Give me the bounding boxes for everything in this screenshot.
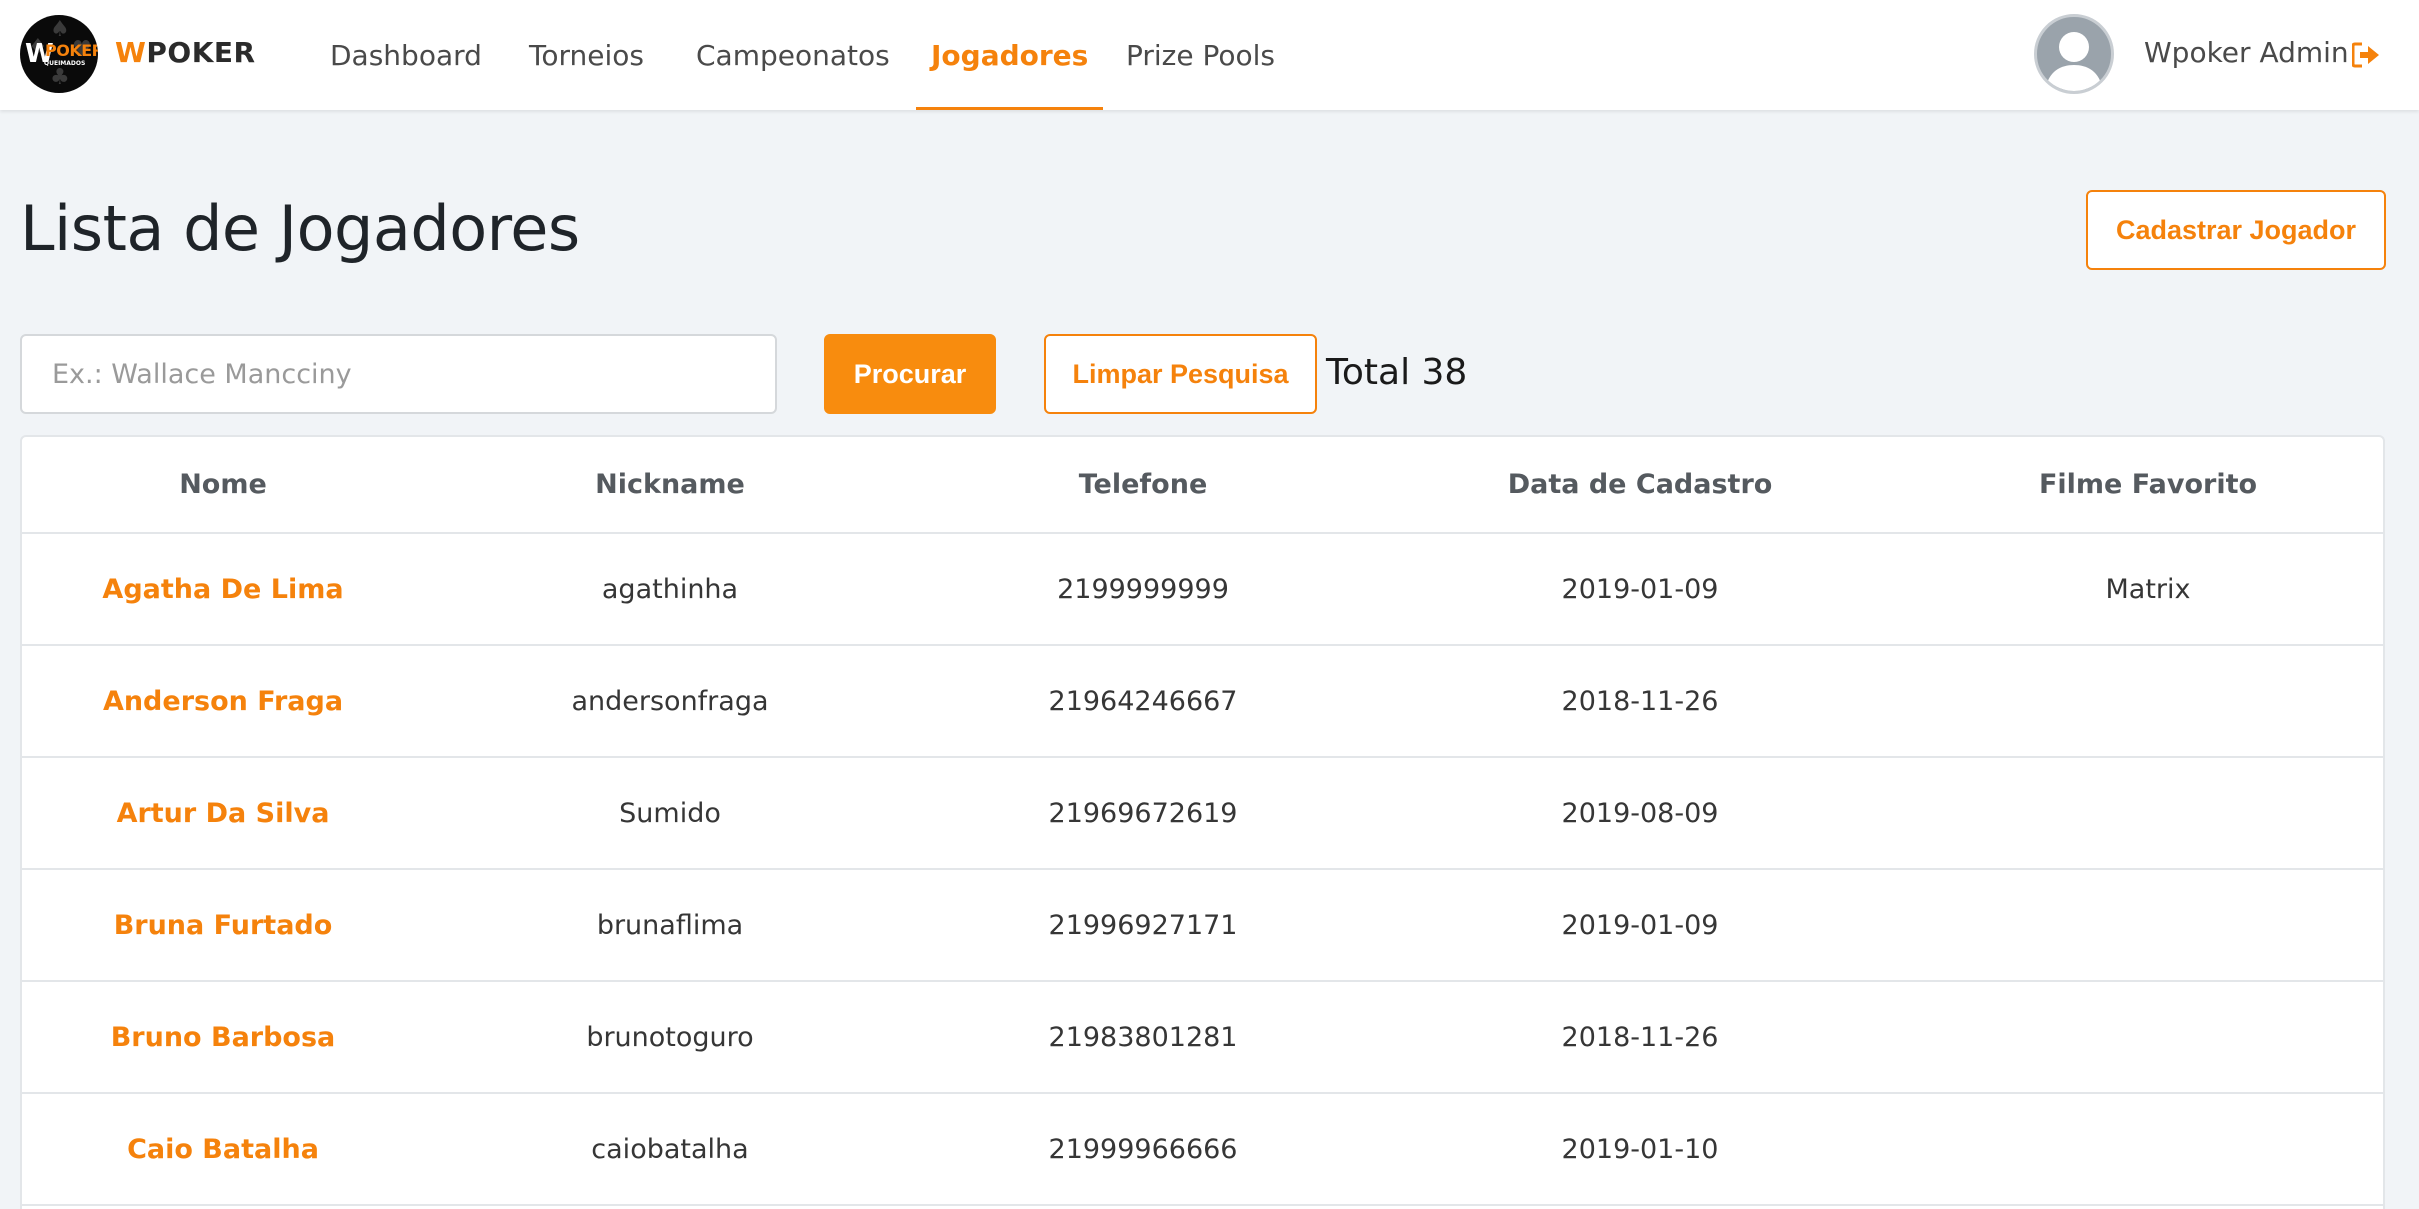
- player-name-link[interactable]: Agatha De Lima: [22, 534, 424, 644]
- player-name-link[interactable]: Anderson Fraga: [22, 646, 424, 756]
- brand-name-prefix: W: [115, 36, 147, 69]
- player-favorite-movie: [1910, 758, 2383, 868]
- column-header-filme-favorito[interactable]: Filme Favorito: [1910, 437, 2383, 532]
- player-favorite-movie: Matrix: [2105, 573, 2191, 605]
- brand-logo[interactable]: ♠ ♥ ♦ ♣ W POKER QUEIMADOS: [20, 15, 98, 93]
- player-name-link[interactable]: Bruno Barbosa: [22, 982, 424, 1092]
- user-silhouette-icon: [2045, 32, 2103, 91]
- table-row: Bruno Barbosa brunotoguro 21983801281 20…: [22, 982, 2383, 1094]
- user-name[interactable]: Wpoker Admin: [2144, 36, 2349, 69]
- search-input[interactable]: [20, 334, 777, 414]
- table-row: Artur Da Silva Sumido 21969672619 2019-0…: [22, 758, 2383, 870]
- register-player-button[interactable]: Cadastrar Jogador: [2086, 190, 2386, 270]
- top-navbar: ♠ ♥ ♦ ♣ W POKER QUEIMADOS WPOKER Dashboa…: [0, 0, 2419, 110]
- player-phone: 21983801281: [1048, 1021, 1238, 1053]
- player-phone: 21964246667: [1048, 685, 1238, 717]
- player-nickname: andersonfraga: [571, 685, 769, 717]
- search-button[interactable]: Procurar: [824, 334, 996, 414]
- player-phone: 21999966666: [1048, 1133, 1238, 1165]
- player-favorite-movie: [1910, 646, 2383, 756]
- player-name-link[interactable]: Artur Da Silva: [22, 758, 424, 868]
- player-register-date: 2018-11-26: [1561, 685, 1719, 717]
- logo-poker-text: POKER: [45, 41, 98, 60]
- brand-name[interactable]: WPOKER: [115, 36, 256, 69]
- column-header-data-cadastro[interactable]: Data de Cadastro: [1370, 437, 1910, 532]
- logo-subtitle: QUEIMADOS: [44, 60, 86, 67]
- player-phone: 21996927171: [1048, 909, 1238, 941]
- table-row: Anderson Fraga andersonfraga 21964246667…: [22, 646, 2383, 758]
- player-favorite-movie: [1910, 1094, 2383, 1204]
- player-name-link[interactable]: Caio Batalha: [22, 1094, 424, 1204]
- total-count: Total 38: [1326, 352, 1468, 393]
- table-row: Agatha De Lima agathinha 2199999999 2019…: [22, 534, 2383, 646]
- column-header-telefone[interactable]: Telefone: [916, 437, 1370, 532]
- column-header-nickname[interactable]: Nickname: [424, 437, 916, 532]
- avatar[interactable]: [2034, 14, 2114, 94]
- player-nickname: brunaflima: [596, 909, 744, 941]
- column-header-nome[interactable]: Nome: [22, 437, 424, 532]
- player-name-link[interactable]: Bruna Furtado: [22, 870, 424, 980]
- player-register-date: 2019-08-09: [1561, 797, 1719, 829]
- club-suit-icon: ♣: [50, 65, 70, 90]
- nav-item-dashboard[interactable]: Dashboard: [315, 0, 497, 110]
- nav-item-torneios[interactable]: Torneios: [514, 0, 659, 110]
- player-register-date: 2019-01-09: [1561, 573, 1719, 605]
- player-nickname: brunotoguro: [586, 1021, 754, 1053]
- page-title: Lista de Jogadores: [20, 192, 580, 265]
- table-header-row: Nome Nickname Telefone Data de Cadastro …: [22, 437, 2383, 534]
- nav-item-jogadores[interactable]: Jogadores: [916, 0, 1104, 110]
- nav-item-prize-pools[interactable]: Prize Pools: [1111, 0, 1290, 110]
- players-table: Nome Nickname Telefone Data de Cadastro …: [20, 435, 2385, 1209]
- table-row: Bruna Furtado brunaflima 21996927171 201…: [22, 870, 2383, 982]
- player-register-date: 2019-01-10: [1561, 1133, 1719, 1165]
- player-phone: 2199999999: [1057, 573, 1229, 605]
- player-favorite-movie: [1910, 982, 2383, 1092]
- brand-name-rest: POKER: [146, 36, 256, 69]
- clear-search-button[interactable]: Limpar Pesquisa: [1044, 334, 1317, 414]
- table-row: Caio Batalha caiobatalha 21999966666 201…: [22, 1094, 2383, 1206]
- sign-out-icon[interactable]: [2351, 42, 2380, 68]
- player-nickname: Sumido: [619, 797, 721, 829]
- player-favorite-movie: [1910, 870, 2383, 980]
- player-nickname: agathinha: [601, 573, 739, 605]
- player-nickname: caiobatalha: [591, 1133, 749, 1165]
- player-register-date: 2019-01-09: [1561, 909, 1719, 941]
- spade-suit-icon: ♠: [50, 17, 70, 42]
- player-phone: 21969672619: [1048, 797, 1238, 829]
- player-register-date: 2018-11-26: [1561, 1021, 1719, 1053]
- nav-item-campeonatos[interactable]: Campeonatos: [681, 0, 905, 110]
